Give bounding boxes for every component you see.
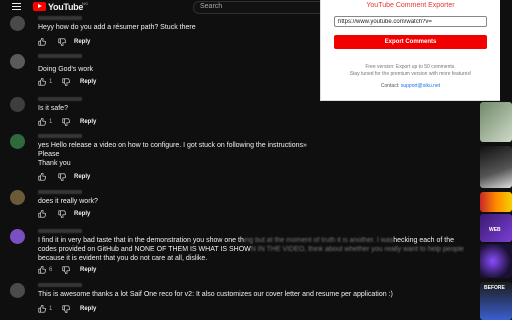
comment-text: This is awesome thanks a lot Saif One re… [38, 291, 393, 298]
video-thumbnail[interactable] [480, 244, 512, 278]
reply-button[interactable]: Reply [74, 211, 90, 217]
dislike-icon[interactable] [62, 118, 70, 126]
like-icon[interactable] [38, 305, 46, 313]
dislike-icon[interactable] [58, 173, 66, 181]
dislike-icon[interactable] [58, 210, 66, 218]
comment-item: I find it in very bad taste that in the … [10, 229, 480, 277]
brand-name[interactable]: YouTube [48, 2, 83, 12]
like-icon[interactable] [38, 173, 46, 181]
like-icon[interactable] [38, 210, 46, 218]
like-icon[interactable] [38, 78, 46, 86]
comment-item: Is it safe? 1 Reply [10, 97, 480, 129]
avatar[interactable] [10, 16, 25, 31]
comment-text-line: Please [38, 151, 60, 158]
dislike-icon[interactable] [62, 266, 70, 274]
dislike-icon[interactable] [62, 78, 70, 86]
comment-text-line: I find it in very bad taste that in the … [38, 237, 454, 244]
comment-author[interactable] [38, 134, 82, 138]
contact-email-link[interactable]: support@oiku.net [401, 83, 440, 89]
video-thumbnail[interactable]: WEB [480, 214, 512, 242]
premium-note: Stay tuned for the premium version with … [349, 71, 472, 77]
search-input[interactable]: Search [193, 1, 335, 14]
video-thumbnail[interactable] [480, 146, 512, 188]
comment-text: Heyy how do you add a résumer path? Stuc… [38, 24, 196, 31]
avatar[interactable] [10, 54, 25, 69]
video-url-input[interactable] [334, 16, 487, 27]
like-icon[interactable] [38, 266, 46, 274]
contact-label: Contact: [380, 83, 400, 89]
video-thumbnail[interactable] [480, 102, 512, 142]
like-icon[interactable] [38, 38, 46, 46]
contact-line: Contact: support@oiku.net [321, 83, 500, 89]
comment-author[interactable] [38, 283, 82, 287]
video-thumbnail[interactable]: BEFORE [480, 282, 512, 320]
reply-button[interactable]: Reply [80, 306, 96, 312]
like-count: 6 [49, 267, 53, 273]
avatar[interactable] [10, 97, 25, 112]
reply-button[interactable]: Reply [80, 267, 96, 273]
comment-item: This is awesome thanks a lot Saif One re… [10, 283, 480, 317]
comment-text-line: Thank you [38, 160, 71, 167]
dislike-icon[interactable] [58, 38, 66, 46]
reply-button[interactable]: Reply [74, 174, 90, 180]
comment-text: Doing God's work [38, 66, 94, 73]
comment-text-line: yes Hello release a video on how to conf… [38, 142, 307, 149]
comment-item: yes Hello release a video on how to conf… [10, 134, 480, 184]
thumbnail-caption: WEB [489, 227, 501, 233]
comment-text: Is it safe? [38, 105, 68, 112]
export-comments-button[interactable]: Export Comments [334, 35, 487, 49]
reply-button[interactable]: Reply [74, 39, 90, 45]
comment-author[interactable] [38, 54, 82, 58]
search-placeholder: Search [200, 3, 223, 10]
avatar[interactable] [10, 134, 25, 149]
comment-author[interactable] [38, 229, 82, 233]
comment-exporter-popup: YouTube Comment Exporter Export Comments… [320, 0, 500, 101]
comment-author[interactable] [38, 16, 82, 20]
like-count: 1 [49, 306, 53, 312]
avatar[interactable] [10, 190, 25, 205]
video-thumbnail[interactable] [480, 192, 512, 212]
avatar[interactable] [10, 229, 25, 244]
comment-author[interactable] [38, 97, 82, 101]
like-icon[interactable] [38, 118, 46, 126]
comment-text-line: because it is evident that you do not ca… [38, 255, 208, 262]
comment-author[interactable] [38, 190, 82, 194]
free-version-note: Free version: Export up to 50 comments. [365, 64, 456, 70]
avatar[interactable] [10, 283, 25, 298]
thumbnail-caption: BEFORE [484, 285, 505, 291]
comment-item: does it really work? Reply [10, 190, 480, 222]
menu-icon[interactable] [12, 3, 21, 10]
reply-button[interactable]: Reply [80, 119, 96, 125]
popup-title: YouTube Comment Exporter [366, 2, 455, 9]
comment-text-line: codes provided on GitHub and NONE OF THE… [38, 246, 464, 253]
country-code: NG [82, 1, 88, 6]
like-count: 1 [49, 79, 53, 85]
dislike-icon[interactable] [62, 305, 70, 313]
reply-button[interactable]: Reply [80, 79, 96, 85]
like-count: 1 [49, 119, 53, 125]
youtube-logo-icon[interactable] [33, 2, 46, 11]
comment-text: does it really work? [38, 198, 98, 205]
